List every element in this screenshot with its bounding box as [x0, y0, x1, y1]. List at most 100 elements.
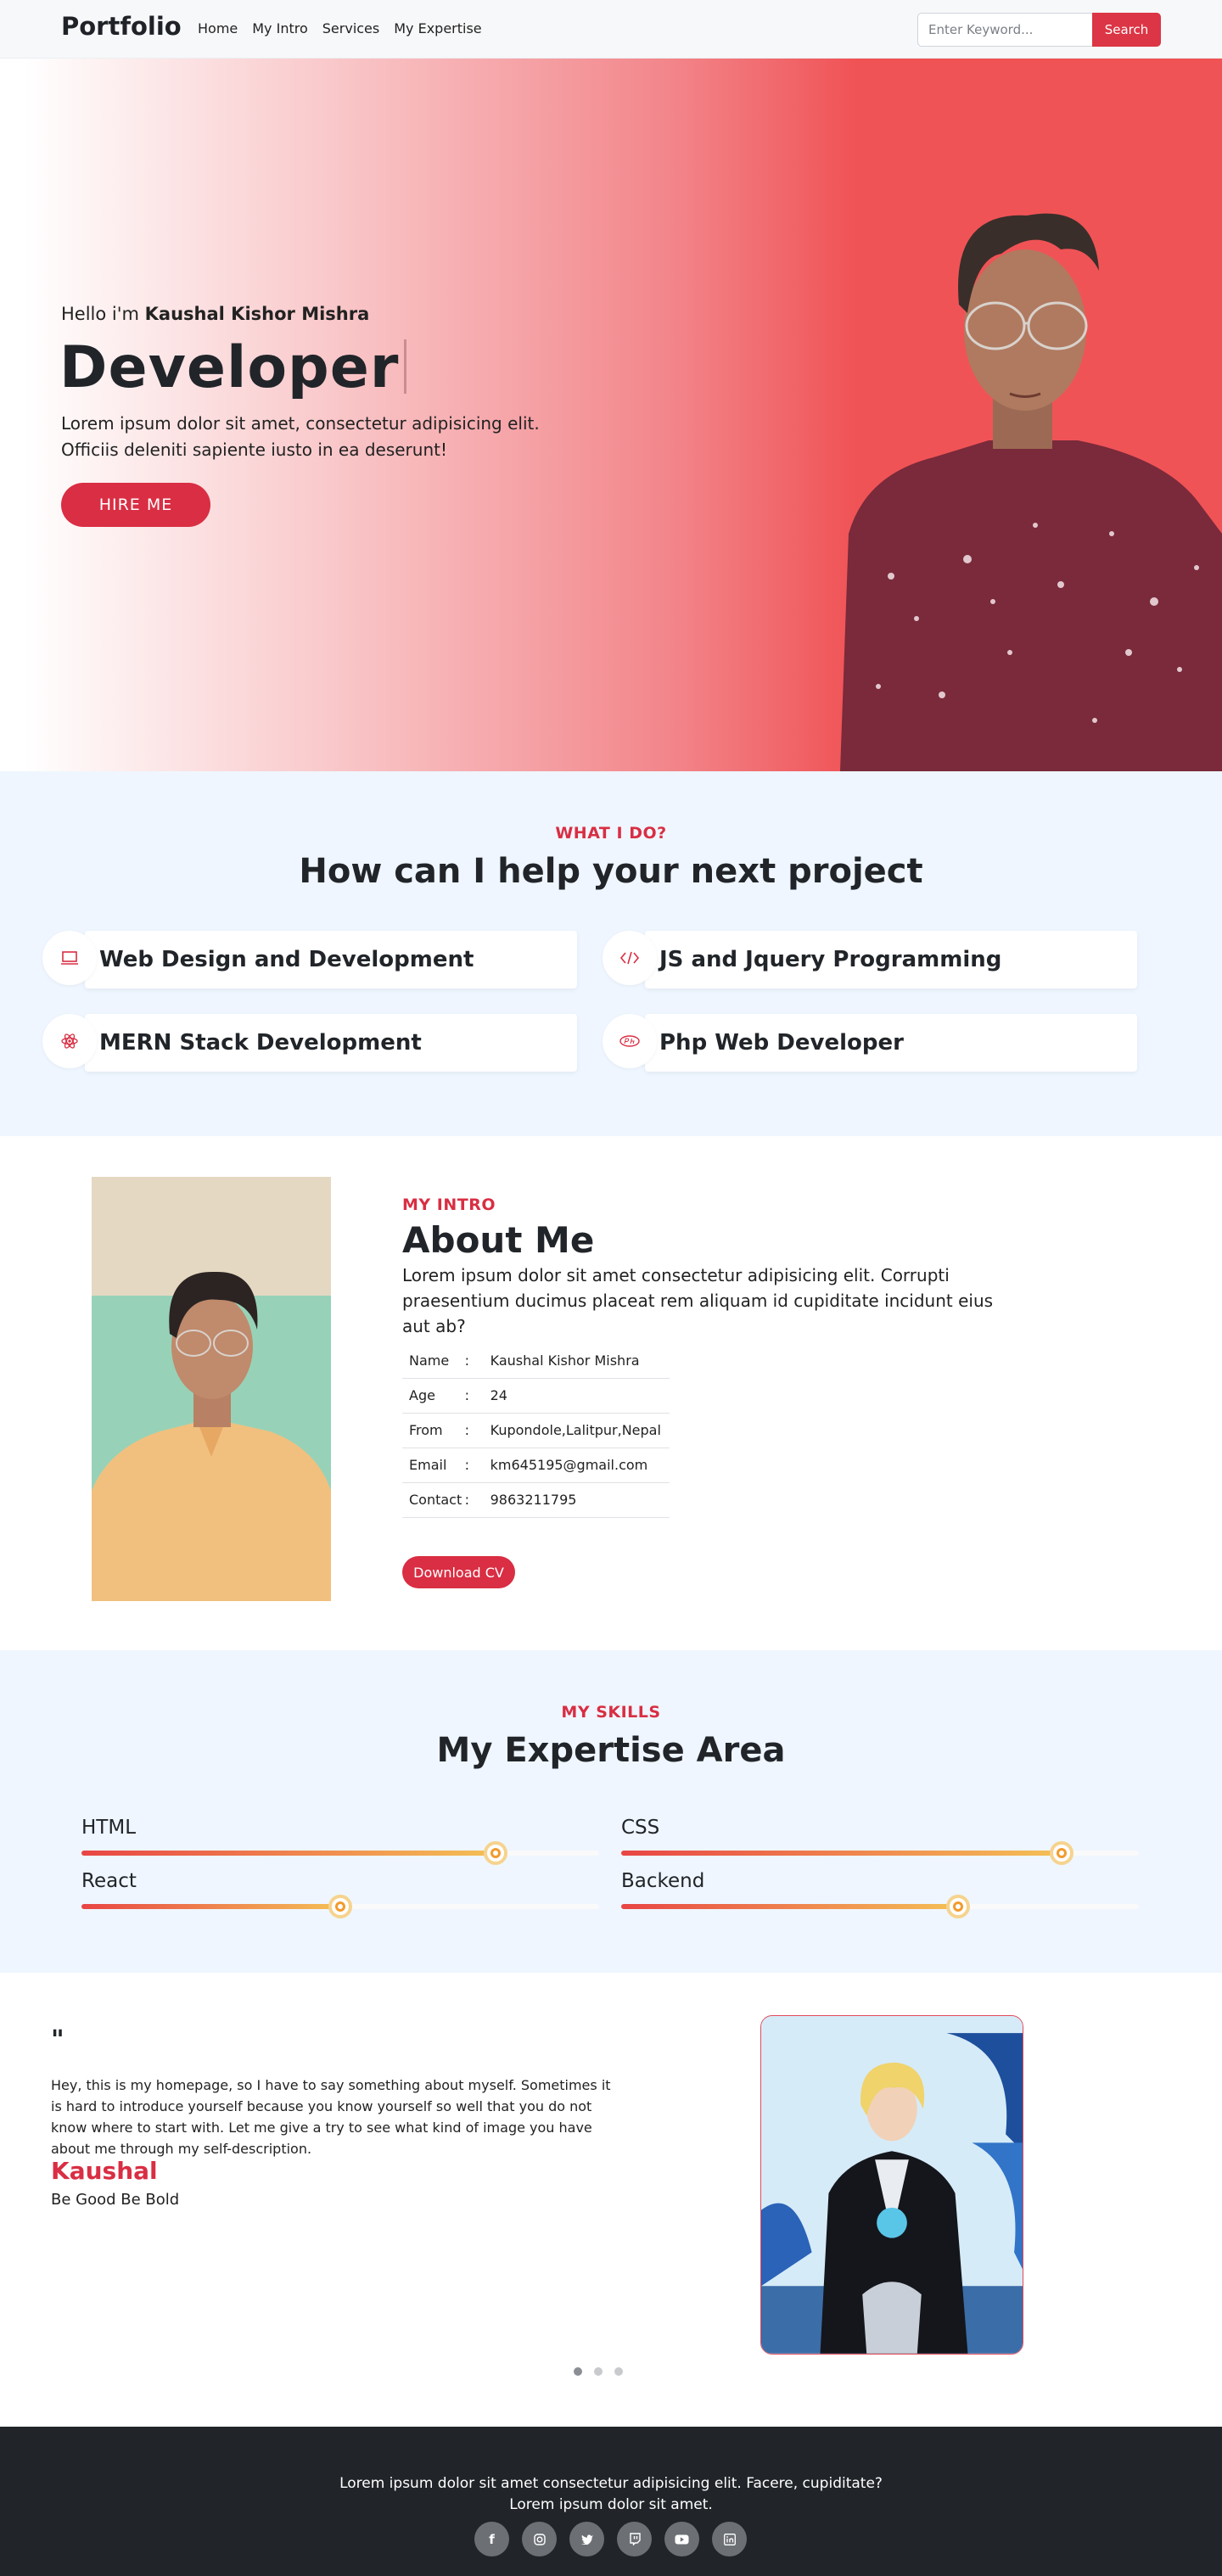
- nav-link-my-intro[interactable]: My Intro: [252, 20, 308, 36]
- skill-html: HTML: [81, 1817, 599, 1865]
- info-separator: :: [464, 1482, 484, 1518]
- service-card-web-design[interactable]: Web Design and Development: [42, 931, 577, 988]
- about-photo-image: [92, 1177, 331, 1601]
- search-button[interactable]: Search: [1092, 13, 1161, 47]
- about-content: MY INTRO About Me Lorem ipsum dolor sit …: [402, 1196, 1013, 1518]
- hero-greeting: Hello i'm Kaushal Kishor Mishra: [61, 304, 369, 324]
- laptop-icon: [42, 931, 97, 985]
- services-section: WHAT I DO? How can I help your next proj…: [0, 771, 1222, 1136]
- skill-slider-knob[interactable]: [1049, 1841, 1073, 1865]
- nav-link-services[interactable]: Services: [322, 20, 379, 36]
- hero-description: Lorem ipsum dolor sit amet, consectetur …: [61, 413, 540, 460]
- social-links: f: [474, 2522, 747, 2556]
- nav-link-my-expertise[interactable]: My Expertise: [394, 20, 481, 36]
- php-icon: [603, 1014, 657, 1068]
- search-input[interactable]: [917, 13, 1093, 47]
- typing-caret: [404, 339, 407, 394]
- info-value: 9863211795: [483, 1482, 670, 1518]
- hero-name: Kaushal Kishor Mishra: [144, 304, 370, 324]
- testimonial-section: " Hey, this is my homepage, so I have to…: [0, 1973, 1222, 2427]
- hire-me-button[interactable]: HIRE ME: [61, 483, 210, 527]
- service-label: Php Web Developer: [659, 1030, 904, 1056]
- about-section: MY INTRO About Me Lorem ipsum dolor sit …: [0, 1136, 1222, 1650]
- skills-kicker: MY SKILLS: [561, 1703, 661, 1722]
- code-icon: [603, 931, 657, 985]
- info-label: Age: [402, 1378, 465, 1414]
- skill-css: CSS: [621, 1817, 1139, 1865]
- skills-section: MY SKILLS My Expertise Area HTML CSS Rea…: [0, 1650, 1222, 1973]
- info-separator: :: [464, 1378, 484, 1414]
- hero-role: Developer: [59, 334, 407, 401]
- hero-portrait-image: [840, 213, 1222, 771]
- anime-character-image: [760, 2015, 1023, 2355]
- skill-bar-fill: [621, 1904, 958, 1909]
- skill-bar-fill: [81, 1904, 340, 1909]
- skill-react: React: [81, 1870, 599, 1918]
- twitter-icon[interactable]: [569, 2522, 604, 2556]
- about-kicker: MY INTRO: [402, 1196, 496, 1214]
- info-separator: :: [464, 1448, 484, 1483]
- skill-name: CSS: [621, 1817, 660, 1839]
- table-row: Name: Kaushal Kishor Mishra: [402, 1343, 670, 1379]
- footer-line-1: Lorem ipsum dolor sit amet consectetur a…: [339, 2475, 883, 2492]
- twitch-icon[interactable]: [617, 2522, 652, 2556]
- youtube-icon[interactable]: [664, 2522, 699, 2556]
- table-row: From: Kupondole,Lalitpur,Nepal: [402, 1413, 670, 1448]
- skill-bar-fill: [81, 1851, 496, 1856]
- about-info-table: Name: Kaushal Kishor Mishra Age:24 From: K…: [402, 1343, 670, 1518]
- skill-name: React: [81, 1870, 137, 1892]
- service-label: JS and Jquery Programming: [659, 947, 1002, 972]
- table-row: Contact:9863211795: [402, 1482, 670, 1518]
- hero-section: Hello i'm Kaushal Kishor Mishra Develope…: [0, 59, 1222, 771]
- info-value: km645195@gmail.com: [483, 1448, 670, 1483]
- react-icon: [42, 1014, 97, 1068]
- carousel-dots: [574, 2367, 623, 2376]
- service-label: MERN Stack Development: [99, 1030, 422, 1056]
- facebook-icon[interactable]: f: [474, 2522, 509, 2556]
- skill-slider-knob[interactable]: [328, 1895, 352, 1918]
- footer-text: Lorem ipsum dolor sit amet consectetur a…: [0, 2473, 1222, 2516]
- info-separator: :: [464, 1343, 484, 1379]
- carousel-dot[interactable]: [614, 2367, 623, 2376]
- service-card-mern[interactable]: MERN Stack Development: [42, 1014, 577, 1072]
- download-cv-button[interactable]: Download CV: [402, 1556, 515, 1588]
- skill-track: [621, 1895, 1139, 1918]
- hero-role-text: Developer: [59, 334, 400, 401]
- footer: Lorem ipsum dolor sit amet consectetur a…: [0, 2427, 1222, 2576]
- service-label: Web Design and Development: [99, 947, 474, 972]
- skill-name: Backend: [621, 1870, 705, 1892]
- service-card-php[interactable]: Php Web Developer: [603, 1014, 1137, 1072]
- hero-greeting-text: Hello i'm: [61, 304, 139, 324]
- info-label: Email: [402, 1448, 465, 1483]
- nav-link-home[interactable]: Home: [198, 20, 238, 36]
- carousel-dot[interactable]: [574, 2367, 582, 2376]
- testimonial-tagline: Be Good Be Bold: [51, 2191, 180, 2209]
- services-kicker: WHAT I DO?: [555, 824, 667, 843]
- skill-track: [621, 1841, 1139, 1865]
- nav-links: Home My Intro Services My Expertise: [198, 20, 482, 36]
- carousel-dot[interactable]: [594, 2367, 603, 2376]
- info-value: Kupondole,Lalitpur,Nepal: [483, 1413, 670, 1448]
- testimonial-name: Kaushal: [51, 2157, 158, 2185]
- info-label: From: [402, 1413, 465, 1448]
- table-row: Age:24: [402, 1378, 670, 1414]
- table-row: Email: km645195@gmail.com: [402, 1448, 670, 1483]
- quote-icon: ": [51, 2025, 64, 2055]
- skill-slider-knob[interactable]: [945, 1895, 970, 1918]
- skill-track: [81, 1841, 599, 1865]
- info-value: 24: [483, 1378, 670, 1414]
- info-separator: :: [464, 1413, 484, 1448]
- brand-logo[interactable]: Portfolio: [61, 12, 182, 41]
- linkedin-icon[interactable]: [712, 2522, 747, 2556]
- instagram-icon[interactable]: [522, 2522, 557, 2556]
- service-card-js-jquery[interactable]: JS and Jquery Programming: [603, 931, 1137, 988]
- footer-line-2: Lorem ipsum dolor sit amet.: [509, 2496, 713, 2513]
- skill-bar-fill: [621, 1851, 1062, 1856]
- skill-slider-knob[interactable]: [484, 1841, 507, 1865]
- testimonial-text: Hey, this is my homepage, so I have to s…: [51, 2077, 611, 2157]
- skills-title: My Expertise Area: [436, 1731, 786, 1770]
- about-description: Lorem ipsum dolor sit amet consectetur a…: [402, 1265, 994, 1336]
- info-label: Contact: [402, 1482, 465, 1518]
- about-title: About Me: [402, 1219, 595, 1261]
- info-value: Kaushal Kishor Mishra: [483, 1343, 670, 1379]
